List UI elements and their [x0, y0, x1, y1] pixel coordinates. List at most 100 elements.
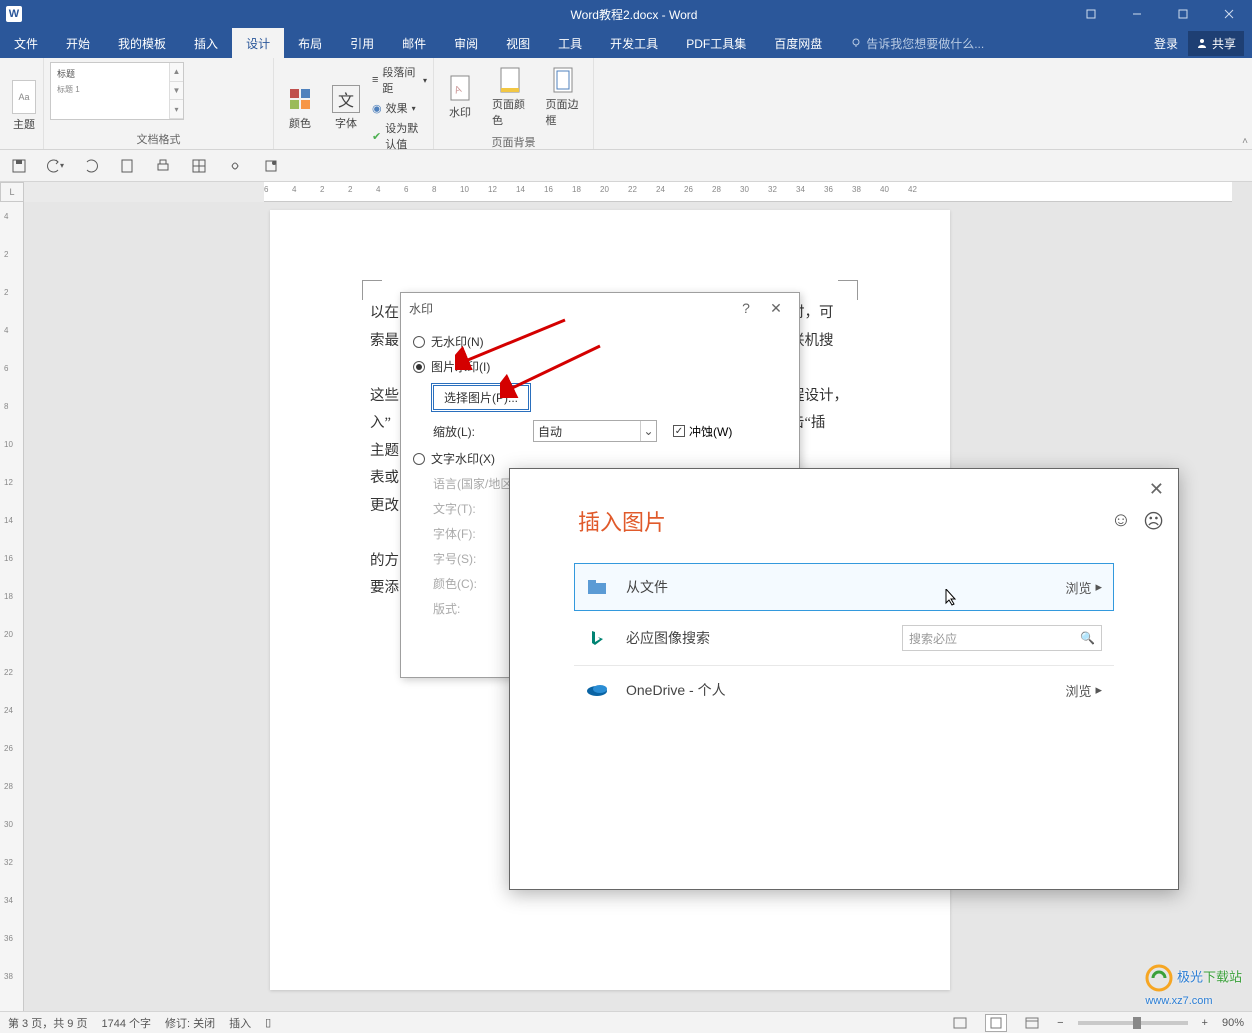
feedback-smile-icon[interactable]: ☺	[1111, 509, 1131, 534]
close-button[interactable]	[1206, 0, 1252, 28]
tab-mytemplates[interactable]: 我的模板	[104, 28, 180, 58]
page-border-icon	[549, 66, 577, 94]
tab-tools[interactable]: 工具	[544, 28, 596, 58]
vertical-ruler[interactable]: 422468101214161820222426283032343638	[0, 202, 24, 1011]
macro-icon[interactable]: ▯	[265, 1016, 271, 1029]
tab-home[interactable]: 开始	[52, 28, 104, 58]
colors-button[interactable]: 颜色	[280, 81, 320, 135]
titlebar: W Word教程2.docx - Word	[0, 0, 1252, 28]
page-borders-button[interactable]: 页面边框	[540, 62, 588, 132]
minimize-button[interactable]	[1114, 0, 1160, 28]
tab-insert[interactable]: 插入	[180, 28, 232, 58]
autosave-icon	[28, 7, 42, 21]
bing-search-input[interactable]: 搜索必应🔍	[902, 625, 1102, 651]
tab-mailings[interactable]: 邮件	[388, 28, 440, 58]
onedrive-browse-link[interactable]: 浏览▸	[1065, 681, 1102, 700]
collapse-ribbon-icon[interactable]: ˄	[1242, 136, 1248, 147]
attach-icon[interactable]	[226, 157, 244, 175]
search-icon: 🔍	[1080, 631, 1095, 645]
scale-combo[interactable]: 自动⌄	[533, 420, 657, 442]
zoom-slider[interactable]	[1078, 1021, 1188, 1025]
ruler-corner[interactable]: L	[0, 182, 24, 202]
browse-link[interactable]: 浏览▸	[1065, 578, 1102, 597]
feedback-frown-icon[interactable]: ☹	[1143, 509, 1164, 534]
document-formatting-gallery[interactable]: 标题 标题 1 ▲▼▾	[50, 62, 184, 120]
window-title: Word教程2.docx - Word	[200, 6, 1068, 23]
site-watermark: 极光下载站 www.xz7.com	[1145, 964, 1242, 1007]
print-icon[interactable]	[154, 157, 172, 175]
ribbon-display-options-icon[interactable]	[1068, 0, 1114, 28]
redo-icon[interactable]	[82, 157, 100, 175]
gallery-down-icon[interactable]: ▼	[170, 82, 183, 101]
paragraph-spacing-button[interactable]: ≡段落间距▾	[372, 62, 427, 98]
tell-me-placeholder: 告诉我您想要做什么...	[866, 35, 984, 52]
word-count[interactable]: 1744 个字	[101, 1015, 151, 1031]
tell-me[interactable]: 告诉我您想要做什么...	[836, 35, 984, 52]
lightbulb-icon	[850, 37, 862, 49]
logo-icon	[1145, 964, 1173, 992]
table-icon[interactable]	[190, 157, 208, 175]
radio-picture-watermark[interactable]: 图片水印(I)	[413, 354, 787, 379]
colors-icon	[286, 85, 314, 113]
page-number[interactable]: 第 3 页，共 9 页	[8, 1015, 87, 1031]
undo-icon[interactable]: ▾	[46, 157, 64, 175]
web-layout-icon[interactable]	[1021, 1014, 1043, 1032]
share-button[interactable]: 共享	[1188, 31, 1244, 56]
radio-icon	[413, 453, 425, 465]
insert-picture-dialog: ✕ ☺ ☹ 插入图片 从文件 浏览▸ 必应图像搜索 搜索必应🔍 OneDrive…	[509, 468, 1179, 890]
page-color-button[interactable]: 页面颜色	[486, 62, 534, 132]
set-default-button[interactable]: ✔设为默认值	[372, 118, 427, 154]
dialog-close-button[interactable]: ✕	[761, 296, 791, 320]
fonts-icon: 文	[332, 85, 360, 113]
new-icon[interactable]	[118, 157, 136, 175]
quick-access-toolbar: ▾	[0, 150, 1252, 182]
gallery-more-icon[interactable]: ▾	[170, 100, 183, 119]
group-label-page-bg: 页面背景	[440, 132, 587, 152]
page-color-icon	[496, 66, 524, 94]
insert-picture-title: 插入图片	[510, 469, 1178, 557]
save-icon[interactable]	[10, 157, 28, 175]
ribbon-tabs: 文件 开始 我的模板 插入 设计 布局 引用 邮件 审阅 视图 工具 开发工具 …	[0, 28, 1252, 58]
zoom-in-button[interactable]: +	[1202, 1017, 1208, 1029]
onedrive-row[interactable]: OneDrive - 个人 浏览▸	[574, 666, 1114, 714]
para-spacing-icon: ≡	[372, 74, 378, 86]
from-file-row[interactable]: 从文件 浏览▸	[574, 563, 1114, 611]
tab-developer[interactable]: 开发工具	[596, 28, 672, 58]
tab-baidu[interactable]: 百度网盘	[760, 28, 836, 58]
watermark-button[interactable]: A水印	[440, 70, 480, 124]
zoom-level[interactable]: 90%	[1222, 1017, 1244, 1029]
washout-checkbox[interactable]	[673, 425, 685, 437]
tab-view[interactable]: 视图	[492, 28, 544, 58]
tab-design[interactable]: 设计	[232, 28, 284, 58]
maximize-button[interactable]	[1160, 0, 1206, 28]
effects-button[interactable]: ◉效果▾	[372, 98, 427, 118]
tab-review[interactable]: 审阅	[440, 28, 492, 58]
gallery-up-icon[interactable]: ▲	[170, 63, 183, 82]
theme-thumb-icon: Aa	[12, 80, 36, 114]
read-mode-icon[interactable]	[949, 1014, 971, 1032]
insert-picture-close-button[interactable]: ✕	[1149, 479, 1164, 500]
dialog-titlebar[interactable]: 水印 ? ✕	[401, 293, 799, 323]
bookmark-icon[interactable]	[262, 157, 280, 175]
bing-icon	[586, 629, 608, 647]
themes-button[interactable]: Aa主题	[6, 76, 42, 136]
select-picture-button[interactable]: 选择图片(P)...	[433, 385, 529, 410]
zoom-out-button[interactable]: −	[1057, 1017, 1063, 1029]
tab-layout[interactable]: 布局	[284, 28, 336, 58]
horizontal-ruler[interactable]: 6422468101214161820222426283032343638404…	[264, 182, 1232, 202]
fonts-button[interactable]: 文字体	[326, 81, 366, 135]
insert-mode[interactable]: 插入	[229, 1015, 251, 1031]
track-changes-status[interactable]: 修订: 关闭	[165, 1015, 215, 1031]
bing-search-row[interactable]: 必应图像搜索 搜索必应🔍	[574, 611, 1114, 666]
radio-no-watermark[interactable]: 无水印(N)	[413, 329, 787, 354]
ribbon: Aa主题 标题 标题 1 ▲▼▾ 文档格式 颜色 文字体 ≡段落间距▾ ◉效果▾…	[0, 58, 1252, 150]
crop-mark-tl	[362, 280, 382, 300]
watermark-icon: A	[446, 74, 474, 102]
print-layout-icon[interactable]	[985, 1014, 1007, 1032]
tab-pdf[interactable]: PDF工具集	[672, 28, 760, 58]
tab-references[interactable]: 引用	[336, 28, 388, 58]
tab-file[interactable]: 文件	[0, 28, 52, 58]
dialog-help-button[interactable]: ?	[731, 296, 761, 320]
crop-mark-tr	[838, 280, 858, 300]
login-link[interactable]: 登录	[1154, 35, 1178, 52]
